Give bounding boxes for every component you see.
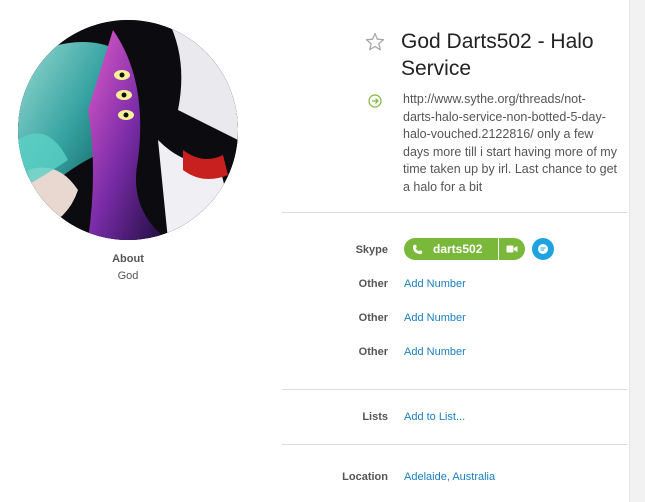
add-number-link[interactable]: Add Number [404,278,466,290]
contact-display-name: God Darts502 - Halo Service [401,30,594,80]
mood-arrow-icon [368,94,382,108]
video-call-button[interactable] [499,238,525,260]
chat-bubble-icon [538,244,548,254]
about-value: God [117,270,139,282]
location-label: Location [342,471,388,483]
lists-label: Lists [362,411,388,423]
mood-message: http://www.sythe.org/threads/not-darts-h… [403,92,618,194]
favorite-star-icon[interactable] [364,31,386,53]
location-value[interactable]: Adelaide, Australia [404,471,495,483]
phone-label: Other [358,278,388,290]
phone-label: Other [358,312,388,324]
skype-label: Skype [355,244,388,256]
skype-call-button[interactable]: darts502 [404,238,525,260]
profile-avatar [18,20,238,240]
add-to-list-link[interactable]: Add to List... [404,411,465,423]
about-label: About [112,253,144,265]
audio-call-button[interactable]: darts502 [404,238,499,260]
skype-name: darts502 [433,242,483,256]
divider [282,444,627,445]
add-number-link[interactable]: Add Number [404,312,466,324]
anime-avatar-icon [18,20,238,240]
add-number-link[interactable]: Add Number [404,346,466,358]
phone-label: Other [358,346,388,358]
video-camera-icon [506,245,518,253]
window-edge [629,0,645,502]
chat-button[interactable] [532,238,554,260]
divider [282,212,627,213]
phone-icon [412,244,423,254]
divider [282,389,627,390]
